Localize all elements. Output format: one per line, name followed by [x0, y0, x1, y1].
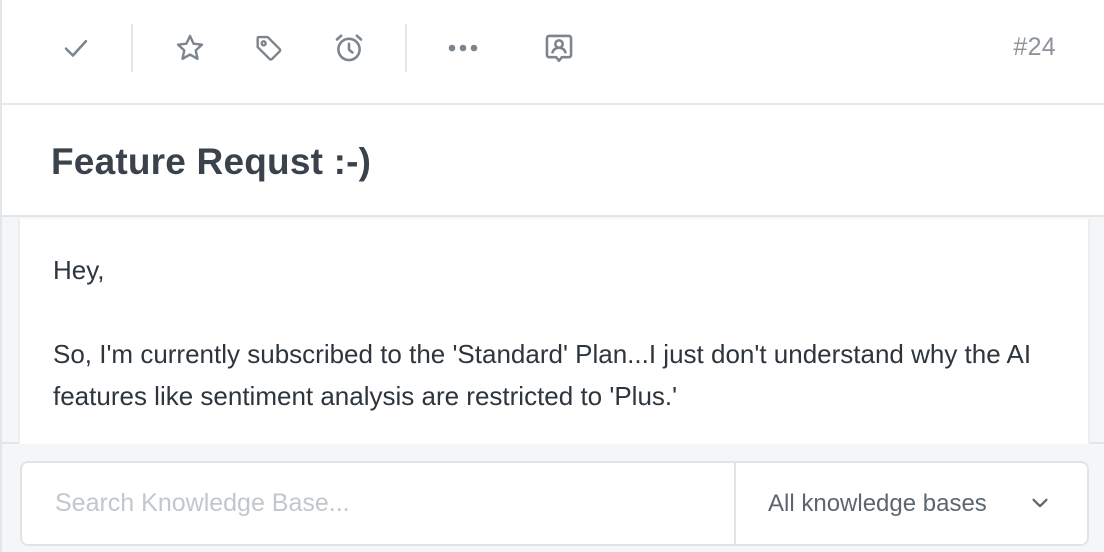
- ticket-toolbar: #24: [2, 0, 1104, 105]
- alarm-clock-icon[interactable]: [325, 24, 373, 72]
- knowledge-base-select[interactable]: All knowledge bases: [734, 463, 1087, 544]
- message-body: Hey, So, I'm currently subscribed to the…: [53, 249, 1073, 417]
- knowledge-base-select-value: All knowledge bases: [768, 490, 987, 517]
- ticket-title: Feature Requst :-): [51, 141, 372, 182]
- ticket-number: #24: [1013, 33, 1056, 61]
- ticket-title-bar: Feature Requst :-): [2, 105, 1104, 217]
- message-paragraph: Hey,: [53, 255, 105, 285]
- knowledge-base-search: All knowledge bases: [20, 461, 1089, 546]
- star-icon[interactable]: [166, 24, 214, 72]
- message-paragraph: So, I'm currently subscribed to the 'Sta…: [53, 339, 1032, 411]
- check-icon[interactable]: [52, 24, 100, 72]
- message-card: Hey, So, I'm currently subscribed to the…: [18, 219, 1090, 444]
- tag-icon[interactable]: [245, 24, 293, 72]
- knowledge-base-search-bar: All knowledge bases: [2, 446, 1104, 552]
- more-dots-icon[interactable]: [439, 24, 487, 72]
- toolbar-divider: [405, 24, 407, 72]
- ticket-view: #24 Feature Requst :-) Hey, So, I'm curr…: [0, 0, 1104, 552]
- assign-user-icon[interactable]: [535, 24, 583, 72]
- chevron-down-icon: [1029, 492, 1051, 519]
- search-input[interactable]: [22, 463, 734, 544]
- toolbar-divider: [131, 24, 133, 72]
- conversation-area: Hey, So, I'm currently subscribed to the…: [2, 219, 1104, 444]
